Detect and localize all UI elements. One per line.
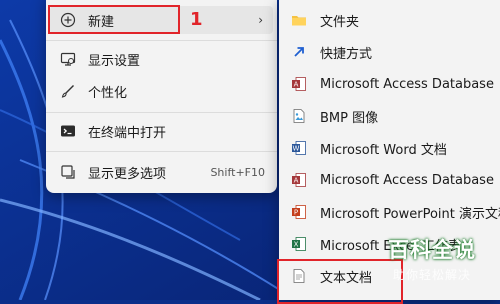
annotation-highlight-new: [48, 5, 180, 34]
folder-icon: [291, 12, 307, 28]
menu-separator: [46, 112, 277, 113]
brush-icon: [60, 83, 76, 99]
display-settings-icon: [60, 51, 76, 67]
menu-item-label: 个性化: [88, 85, 128, 101]
menu-separator: [46, 151, 277, 152]
chevron-right-icon: ›: [258, 13, 263, 27]
menu-item-open-terminal[interactable]: 在终端中打开: [50, 117, 273, 145]
excel-icon: X: [291, 236, 307, 252]
powerpoint-icon: P: [291, 204, 307, 220]
submenu-item-bmp-image[interactable]: BMP 图像: [283, 102, 500, 130]
word-icon: W: [291, 140, 307, 156]
submenu-item-access-db-2[interactable]: A Microsoft Access Database: [283, 166, 500, 194]
menu-item-show-more-options[interactable]: 显示更多选项 Shift+F10: [50, 158, 273, 186]
shortcut-arrow-icon: [291, 44, 307, 60]
submenu-item-label: BMP 图像: [320, 110, 379, 126]
svg-text:X: X: [294, 241, 299, 249]
annotation-number: 1: [190, 9, 203, 30]
submenu-item-label: Microsoft PowerPoint 演示文稿: [320, 206, 500, 222]
watermark-subtitle: 助你轻松解决: [392, 268, 471, 282]
submenu-item-folder[interactable]: 文件夹: [283, 6, 500, 34]
submenu-item-label: 快捷方式: [320, 46, 373, 62]
menu-item-personalize[interactable]: 个性化: [50, 77, 273, 105]
submenu-item-shortcut[interactable]: 快捷方式: [283, 38, 500, 66]
submenu-item-label: Microsoft Access Database: [320, 76, 494, 92]
submenu-item-access-db[interactable]: A Microsoft Access Database: [283, 70, 500, 98]
submenu-item-powerpoint[interactable]: P Microsoft PowerPoint 演示文稿: [283, 198, 500, 226]
watermark-logo: 百科全说 助你轻松解决: [368, 234, 496, 292]
svg-text:P: P: [294, 209, 298, 217]
submenu-item-label: Microsoft Word 文档: [320, 142, 447, 158]
submenu-item-label: Microsoft Access Database: [320, 172, 494, 188]
access-icon: A: [291, 172, 307, 188]
svg-text:A: A: [294, 177, 299, 185]
menu-item-label: 显示更多选项: [88, 166, 167, 182]
image-file-icon: [291, 108, 307, 124]
menu-item-label: 在终端中打开: [88, 125, 167, 141]
submenu-item-label: 文件夹: [320, 14, 360, 30]
menu-item-display-settings[interactable]: 显示设置: [50, 45, 273, 73]
shortcut-hint: Shift+F10: [210, 165, 265, 179]
access-icon: A: [291, 76, 307, 92]
submenu-item-word-doc[interactable]: W Microsoft Word 文档: [283, 134, 500, 162]
menu-separator: [46, 40, 277, 41]
more-options-icon: [60, 164, 76, 180]
watermark-title: 百科全说: [388, 238, 476, 262]
menu-item-label: 显示设置: [88, 53, 141, 69]
terminal-icon: [60, 123, 76, 139]
svg-text:W: W: [293, 145, 300, 153]
svg-text:A: A: [294, 81, 299, 89]
